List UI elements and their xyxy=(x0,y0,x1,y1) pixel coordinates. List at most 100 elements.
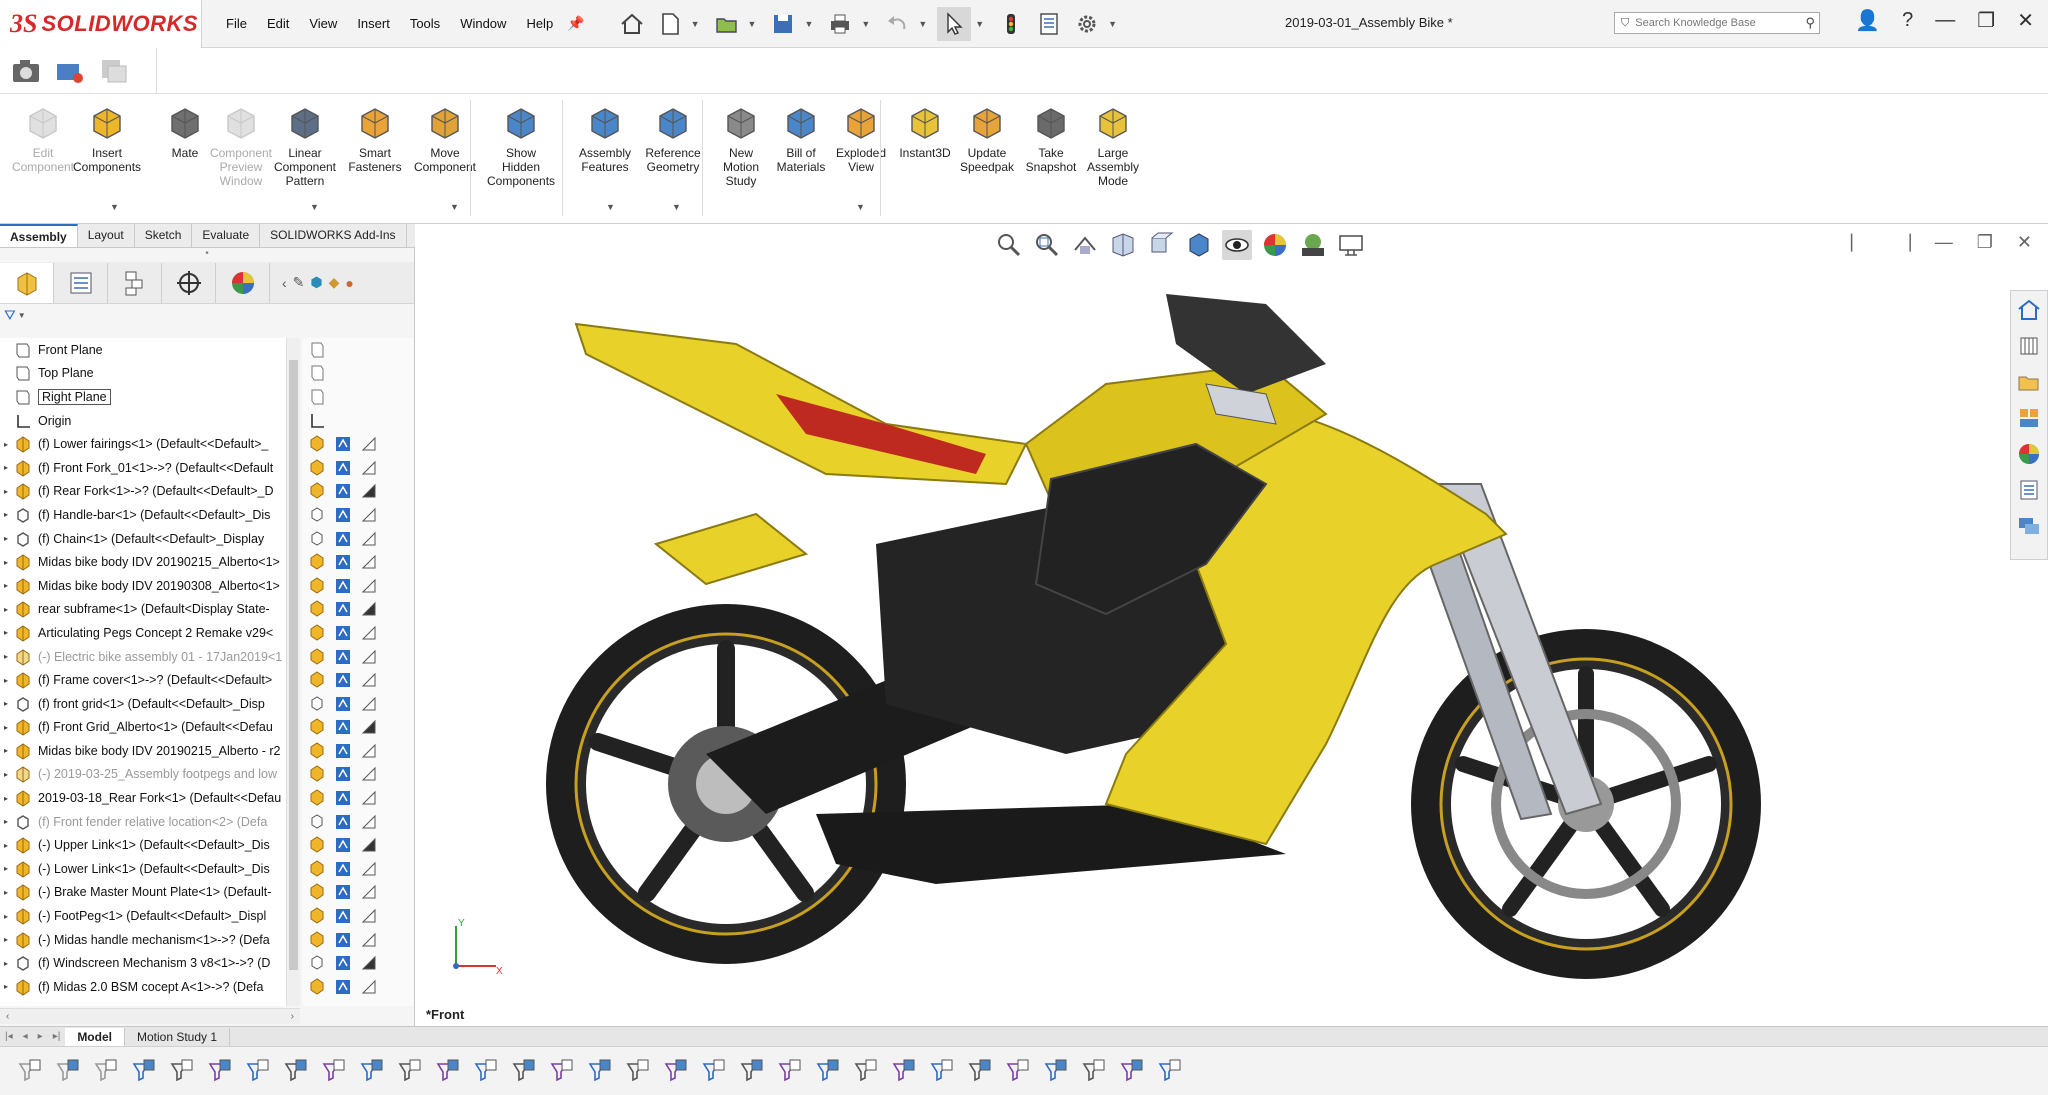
undo-dropdown-icon[interactable]: ▼ xyxy=(918,19,927,29)
tree-item[interactable]: ▸ (f) Frame cover<1>->? (Default<<Default… xyxy=(0,668,300,692)
menu-insert[interactable]: Insert xyxy=(347,16,400,31)
update-speedpak-button[interactable]: Update Speedpak xyxy=(954,104,1020,174)
component-state-icon[interactable] xyxy=(308,695,326,713)
display-state-icon[interactable] xyxy=(360,695,378,713)
tree-horizontal-scrollbar[interactable]: ‹ › xyxy=(0,1008,300,1024)
appearance-state-icon[interactable] xyxy=(334,883,352,901)
file-properties-button[interactable] xyxy=(1032,7,1066,41)
display-state-icon[interactable] xyxy=(360,435,378,453)
tree-item[interactable]: ▸ Articulating Pegs Concept 2 Remake v29< xyxy=(0,621,300,645)
display-state-icon[interactable] xyxy=(360,765,378,783)
tab-dimxpert-manager[interactable] xyxy=(162,262,216,303)
next-tab-icon[interactable]: ▸ xyxy=(33,1031,48,1042)
split-left-icon[interactable]: ⎸ xyxy=(1851,232,1869,253)
component-state-icon[interactable] xyxy=(308,931,326,949)
tab-layout[interactable]: Layout xyxy=(78,224,135,247)
component-state-icon[interactable] xyxy=(308,671,326,689)
appearance-state-icon[interactable] xyxy=(334,648,352,666)
tree-vertical-scrollbar[interactable] xyxy=(286,338,300,1006)
appearance-state-icon[interactable] xyxy=(334,742,352,760)
appearance-state-icon[interactable] xyxy=(334,836,352,854)
search-knowledge-base[interactable]: ⛉ Search Knowledge Base ⚲ xyxy=(1614,12,1820,34)
component-state-icon[interactable] xyxy=(308,435,326,453)
assembly-features-button[interactable]: Assembly Features xyxy=(572,104,638,174)
component-state-icon[interactable] xyxy=(308,860,326,878)
filter-toolbar-icon[interactable] xyxy=(14,1056,44,1086)
component-state-icon[interactable] xyxy=(308,765,326,783)
tree-item[interactable]: ▸ Midas bike body IDV 20190308_Alberto<1> xyxy=(0,574,300,598)
expand-arrow-icon[interactable]: ▸ xyxy=(0,628,12,637)
component-state-icon[interactable] xyxy=(308,907,326,925)
tab-motion-study-1[interactable]: Motion Study 1 xyxy=(125,1027,231,1046)
viewport-minimize-icon[interactable]: — xyxy=(1935,232,1953,253)
component-state-icon[interactable] xyxy=(308,813,326,831)
component-state-icon[interactable] xyxy=(308,482,326,500)
filter-centerline-icon[interactable] xyxy=(584,1056,614,1086)
solidworks-logo[interactable]: 3S SOLIDWORKS xyxy=(0,0,202,48)
component-state-icon[interactable] xyxy=(308,836,326,854)
filter-solid-bodies-icon[interactable] xyxy=(356,1056,386,1086)
component-state-icon[interactable] xyxy=(308,459,326,477)
expand-arrow-icon[interactable]: ▸ xyxy=(0,581,12,590)
minimize-button[interactable]: — xyxy=(1935,9,1955,32)
expand-arrow-icon[interactable]: ▸ xyxy=(0,935,12,944)
tree-item[interactable]: Right Plane xyxy=(0,385,300,409)
exploded-view-button[interactable]: Exploded View xyxy=(828,104,894,174)
appearance-state-icon[interactable] xyxy=(334,978,352,996)
appearance-state-icon[interactable] xyxy=(334,765,352,783)
display-state-icon[interactable] xyxy=(360,813,378,831)
show-hidden-components-button[interactable]: Show Hidden Components xyxy=(487,104,555,188)
scrollbar-thumb[interactable] xyxy=(289,360,298,970)
view-palette-icon[interactable] xyxy=(2016,405,2042,431)
tree-item[interactable]: ▸ (-) Electric bike assembly 01 - 17Jan20… xyxy=(0,645,300,669)
tree-item[interactable]: ▸ (-) Brake Master Mount Plate<1> (Defaul… xyxy=(0,881,300,905)
expand-arrow-icon[interactable]: ▸ xyxy=(0,912,12,921)
expand-arrow-icon[interactable]: ▸ xyxy=(0,959,12,968)
display-state-icon[interactable] xyxy=(360,577,378,595)
edit-appearance-icon[interactable] xyxy=(1260,230,1290,260)
display-state-icon[interactable] xyxy=(360,459,378,477)
tree-item[interactable]: ▸ (-) Midas handle mechanism<1>->? (Defa xyxy=(0,928,300,952)
search-icon[interactable]: ⚲ xyxy=(1805,15,1815,31)
rebuild-button[interactable] xyxy=(994,7,1028,41)
filter-datum-features-icon[interactable] xyxy=(774,1056,804,1086)
options-dropdown-icon[interactable]: ▼ xyxy=(1108,19,1117,29)
expand-arrow-icon[interactable]: ▸ xyxy=(0,770,12,779)
tab-sketch[interactable]: Sketch xyxy=(135,224,193,247)
custom-properties-icon[interactable] xyxy=(2016,477,2042,503)
tab-model[interactable]: Model xyxy=(65,1027,125,1046)
zoom-to-fit-icon[interactable] xyxy=(994,230,1024,260)
appearance-state-icon[interactable] xyxy=(334,435,352,453)
component-state-icon[interactable] xyxy=(308,577,326,595)
appearance-icon[interactable]: ◆ xyxy=(329,274,340,291)
tree-item[interactable]: ▸ (-) Upper Link<1> (Default<<Default>_Di… xyxy=(0,833,300,857)
filter-surface-finish-icon[interactable] xyxy=(660,1056,690,1086)
smart-fasteners-button[interactable]: Smart Fasteners xyxy=(342,104,408,174)
bill-of-materials-button[interactable]: Bill of Materials xyxy=(768,104,834,174)
ribbon-dropdown-icon[interactable]: ▼ xyxy=(856,202,865,212)
tree-item[interactable]: ▸ (-) 2019-03-25_Assembly footpegs and lo… xyxy=(0,763,300,787)
tree-item[interactable]: ▸ (-) Lower Link<1> (Default<<Default>_Di… xyxy=(0,857,300,881)
component-state-icon[interactable] xyxy=(308,506,326,524)
display-state-icon[interactable] xyxy=(360,789,378,807)
component-state-icon[interactable] xyxy=(308,553,326,571)
file-explorer-icon[interactable] xyxy=(2016,369,2042,395)
display-state-icon[interactable] xyxy=(360,506,378,524)
component-state-icon[interactable] xyxy=(308,647,326,666)
filter-connection-points-icon[interactable] xyxy=(1002,1056,1032,1086)
menu-tools[interactable]: Tools xyxy=(400,16,450,31)
first-tab-icon[interactable]: |◂ xyxy=(0,1031,18,1042)
scroll-right-icon[interactable]: › xyxy=(291,1011,294,1022)
tree-item[interactable]: ▸ (f) Front fender relative location<2> (… xyxy=(0,810,300,834)
expand-arrow-icon[interactable]: ▸ xyxy=(0,510,12,519)
expand-arrow-icon[interactable]: ▸ xyxy=(0,440,12,449)
display-state-icon[interactable] xyxy=(360,860,378,878)
filter-dimensions-icon[interactable] xyxy=(622,1056,652,1086)
tab-display-manager[interactable] xyxy=(216,262,270,303)
expand-arrow-icon[interactable]: ▸ xyxy=(0,487,12,496)
tree-filter[interactable]: ⛛ ▼ xyxy=(0,304,414,326)
ribbon-dropdown-icon[interactable]: ▼ xyxy=(606,202,615,212)
pin-menu-icon[interactable]: 📌 xyxy=(567,15,584,32)
expand-arrow-icon[interactable]: ▸ xyxy=(0,864,12,873)
filter-axes-icon[interactable] xyxy=(394,1056,424,1086)
